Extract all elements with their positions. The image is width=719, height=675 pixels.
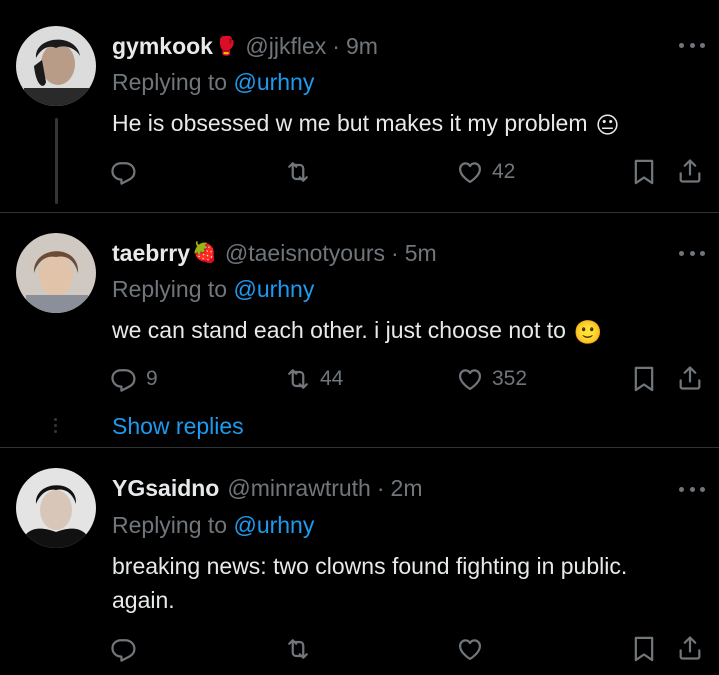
replying-to-label: Replying to — [112, 276, 234, 302]
tweet-2[interactable]: taebrry 🍓 @taeisnotyours · 5m Replying t… — [0, 213, 719, 447]
avatar[interactable] — [16, 468, 96, 548]
reply-button[interactable] — [110, 635, 146, 663]
like-count: 352 — [492, 367, 528, 390]
tweet-1[interactable]: gymkook 🥊 @jjkflex · 9m Replying to @urh… — [0, 0, 719, 212]
like-button[interactable] — [456, 635, 492, 663]
share-icon — [676, 363, 704, 393]
reply-button[interactable]: 9 — [110, 365, 158, 393]
replying-to: Replying to @urhny — [112, 68, 314, 96]
retweet-count: 44 — [320, 367, 344, 390]
more-icon[interactable] — [679, 251, 705, 257]
share-button[interactable] — [676, 156, 704, 186]
thread-line — [55, 118, 58, 204]
show-replies-link[interactable]: Show replies — [112, 412, 244, 440]
tweet-header: taebrry 🍓 @taeisnotyours · 5m — [112, 239, 437, 267]
like-button[interactable]: 352 — [456, 365, 527, 393]
name-emoji: 🍓 — [191, 242, 217, 264]
avatar[interactable] — [16, 233, 96, 313]
neutral-face-emoji: 😐 — [595, 111, 620, 138]
username[interactable]: @taeisnotyours — [225, 239, 385, 267]
replying-to-handle[interactable]: @urhny — [233, 276, 314, 302]
tweet-text-line-1: breaking news: two clowns found fighting… — [112, 553, 628, 579]
reply-icon — [110, 158, 138, 186]
more-icon[interactable] — [679, 487, 705, 493]
replying-to-label: Replying to — [112, 69, 234, 95]
separator-dot: · — [376, 475, 385, 501]
tweet-text: He is obsessed w me but makes it my prob… — [112, 106, 692, 142]
retweet-button[interactable] — [284, 158, 320, 186]
avatar[interactable] — [16, 26, 96, 106]
like-button[interactable]: 42 — [456, 158, 515, 186]
like-icon — [456, 635, 484, 663]
like-count: 42 — [492, 160, 516, 183]
tweet-text-content: He is obsessed w me but makes it my prob… — [112, 110, 588, 136]
retweet-button[interactable]: 44 — [284, 365, 343, 393]
bookmark-button[interactable] — [630, 635, 658, 663]
timestamp[interactable]: 2m — [391, 474, 423, 502]
share-button[interactable] — [676, 633, 704, 663]
reply-button[interactable] — [110, 158, 146, 186]
tweet-header: gymkook 🥊 @jjkflex · 9m — [112, 32, 378, 60]
replying-to-label: Replying to — [112, 512, 234, 538]
bookmark-icon — [630, 365, 658, 393]
bookmark-icon — [630, 635, 658, 663]
reply-count: 9 — [146, 367, 158, 390]
tweet-text-line-2: again. — [112, 587, 175, 613]
reply-icon — [110, 365, 138, 393]
username[interactable]: @jjkflex — [245, 32, 326, 60]
like-icon — [456, 365, 484, 393]
display-name[interactable]: gymkook — [112, 32, 213, 60]
retweet-icon — [284, 158, 312, 186]
tweet-text: we can stand each other. i just choose n… — [112, 313, 692, 349]
bookmark-button[interactable] — [630, 365, 658, 393]
share-icon — [676, 633, 704, 663]
like-icon — [456, 158, 484, 186]
replying-to-handle[interactable]: @urhny — [233, 69, 314, 95]
timestamp[interactable]: 5m — [405, 239, 437, 267]
timestamp[interactable]: 9m — [346, 32, 378, 60]
tweet-text-content: we can stand each other. i just choose n… — [112, 317, 566, 343]
name-emoji: 🥊 — [214, 36, 238, 56]
separator-dot: · — [391, 240, 399, 266]
username[interactable]: @minrawtruth — [227, 474, 371, 502]
retweet-icon — [284, 365, 312, 393]
replying-to: Replying to @urhny — [112, 275, 314, 303]
retweet-button[interactable] — [284, 635, 320, 663]
share-button[interactable] — [676, 363, 704, 393]
reply-icon — [110, 635, 138, 663]
thread-connector — [54, 418, 58, 436]
more-icon[interactable] — [679, 43, 705, 49]
tweet-text: breaking news: two clowns found fighting… — [112, 549, 692, 617]
tweet-3[interactable]: YGsaidno @minrawtruth · 2m Replying to @… — [0, 448, 719, 675]
tweet-header: YGsaidno @minrawtruth · 2m — [112, 474, 422, 502]
bookmark-icon — [630, 158, 658, 186]
display-name[interactable]: YGsaidno — [112, 474, 219, 502]
share-icon — [676, 156, 704, 186]
smiling-face-emoji: 🙂 — [573, 318, 603, 345]
replying-to: Replying to @urhny — [112, 511, 314, 539]
separator-dot: · — [332, 33, 340, 59]
bookmark-button[interactable] — [630, 158, 658, 186]
retweet-icon — [284, 635, 312, 663]
display-name[interactable]: taebrry — [112, 239, 190, 267]
replying-to-handle[interactable]: @urhny — [233, 512, 314, 538]
